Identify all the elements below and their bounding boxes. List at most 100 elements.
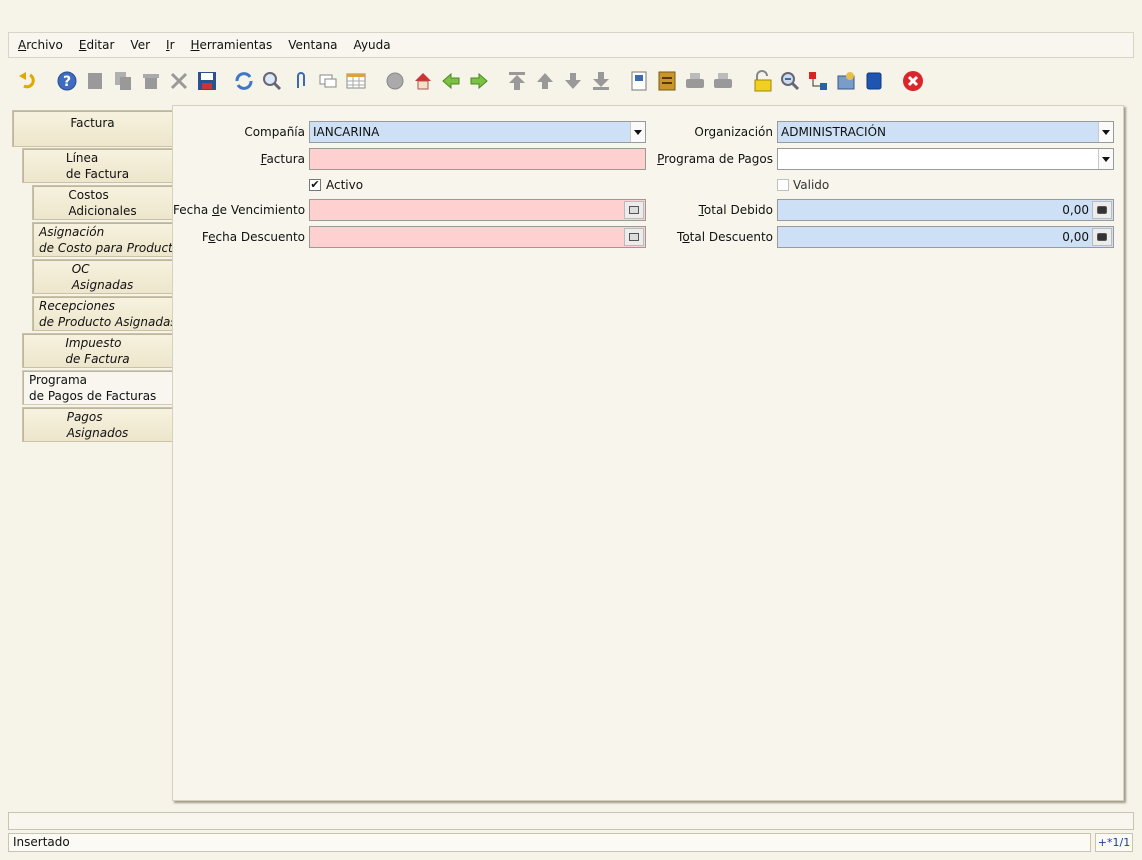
forward-icon[interactable] <box>466 68 492 94</box>
menu-ir[interactable]: Ir <box>166 38 174 52</box>
fecha-descuento-calendar-icon[interactable] <box>624 228 644 246</box>
last-record-icon[interactable] <box>588 68 614 94</box>
home-icon[interactable] <box>410 68 436 94</box>
total-descuento-label-post: tal Descuento <box>689 230 773 244</box>
vencimiento-label-pre: Fecha <box>173 203 212 217</box>
tab-label: Recepciones de Producto Asignadas <box>39 298 177 329</box>
total-debido-field[interactable]: 0,00 <box>777 199 1114 221</box>
tab-strip: Factura Línea de Factura Costos Adicionale… <box>0 110 180 810</box>
help-icon[interactable]: ? <box>54 68 80 94</box>
total-debido-label-post: otal Debido <box>703 203 773 217</box>
first-record-icon[interactable] <box>504 68 530 94</box>
print-preview-icon[interactable] <box>682 68 708 94</box>
valido-label: Valido <box>793 178 830 192</box>
tab-línea[interactable]: Línea de Factura <box>22 148 172 183</box>
vencimiento-label-post: e Vencimiento <box>219 203 306 217</box>
compania-select[interactable]: IANCARINA <box>309 121 646 143</box>
fecha-descuento-label: Fecha Descuento <box>173 227 305 247</box>
form-panel: Compañía IANCARINA Factura ✔ Activo Fech… <box>172 105 1124 801</box>
zoom-across-icon[interactable] <box>777 68 803 94</box>
chat-icon[interactable] <box>315 68 341 94</box>
tab-pagos[interactable]: Pagos Asignados <box>22 407 172 442</box>
report-icon[interactable] <box>626 68 652 94</box>
compania-value: IANCARINA <box>313 125 380 139</box>
status-divider <box>8 812 1134 830</box>
programa-pagos-dropdown-icon[interactable] <box>1098 149 1113 169</box>
refresh-icon[interactable] <box>231 68 257 94</box>
tab-label: Programa de Pagos de Facturas <box>29 372 157 403</box>
menu-bar: Archivo Editar Ver Ir Herramientas Ventana Ayu… <box>8 32 1134 58</box>
organizacion-dropdown-icon[interactable] <box>1098 122 1113 142</box>
valido-checkbox <box>777 179 789 191</box>
tab-asignación[interactable]: Asignación de Costo para Producto <box>32 222 180 257</box>
copy-record-icon[interactable] <box>110 68 136 94</box>
activo-checkbox[interactable]: ✔ <box>309 179 321 191</box>
menu-ver[interactable]: Ver <box>130 38 150 52</box>
history-icon[interactable] <box>382 68 408 94</box>
next-record-icon[interactable] <box>560 68 586 94</box>
fecha-vencimiento-calendar-icon[interactable] <box>624 201 644 219</box>
fecha-vencimiento-field[interactable] <box>309 199 646 221</box>
activo-label: Activo <box>326 178 364 192</box>
svg-text:?: ? <box>63 74 71 90</box>
fecha-descuento-field[interactable] <box>309 226 646 248</box>
archived-documents-icon[interactable] <box>654 68 680 94</box>
tab-impuesto[interactable]: Impuesto de Factura <box>22 333 172 368</box>
delete-selection-icon[interactable] <box>166 68 192 94</box>
factura-label-post: actura <box>266 152 305 166</box>
tab-label: Costos Adicionales <box>68 187 137 218</box>
descuento-label-post: cha Descuento <box>215 230 305 244</box>
menu-ventana[interactable]: Ventana <box>288 38 337 52</box>
menu-archivo[interactable]: Archivo <box>18 38 63 52</box>
save-icon[interactable] <box>194 68 220 94</box>
attachment-icon[interactable] <box>287 68 313 94</box>
print-icon[interactable] <box>710 68 736 94</box>
delete-record-icon[interactable] <box>138 68 164 94</box>
programa-pagos-select[interactable] <box>777 148 1114 170</box>
total-descuento-label: Total Descuento <box>653 227 773 247</box>
lock-icon[interactable] <box>749 68 775 94</box>
programa-label-post: rograma de Pagos <box>664 152 773 166</box>
total-descuento-label-mnemonic: o <box>682 230 690 244</box>
tab-label: Línea de Factura <box>65 150 130 181</box>
tab-costos[interactable]: Costos Adicionales <box>32 185 172 220</box>
find-icon[interactable] <box>259 68 285 94</box>
total-debido-label: Total Debido <box>653 200 773 220</box>
status-message: Insertado <box>8 833 1091 852</box>
workflow-icon[interactable] <box>805 68 831 94</box>
factura-field[interactable] <box>309 148 646 170</box>
menu-editar[interactable]: Editar <box>79 38 115 52</box>
tab-programa[interactable]: Programa de Pagos de Facturas <box>22 370 175 405</box>
tab-label: Factura <box>70 116 115 130</box>
undo-icon[interactable] <box>14 68 40 94</box>
new-record-icon[interactable] <box>82 68 108 94</box>
previous-record-icon[interactable] <box>532 68 558 94</box>
organizacion-label: Organización <box>694 125 773 139</box>
organizacion-value: ADMINISTRACIÓN <box>781 125 886 139</box>
tab-oc[interactable]: OC Asignadas <box>32 259 172 294</box>
total-descuento-value: 0,00 <box>1062 230 1089 244</box>
total-descuento-field[interactable]: 0,00 <box>777 226 1114 248</box>
tab-label: Pagos Asignados <box>66 409 129 440</box>
compania-dropdown-icon[interactable] <box>630 122 645 142</box>
vencimiento-label-mnemonic: d <box>212 203 220 217</box>
back-icon[interactable] <box>438 68 464 94</box>
menu-ayuda[interactable]: Ayuda <box>354 38 391 52</box>
total-descuento-calculator-icon[interactable] <box>1092 228 1112 246</box>
tab-recepciones[interactable]: Recepciones de Producto Asignadas <box>32 296 177 331</box>
organizacion-select[interactable]: ADMINISTRACIÓN <box>777 121 1114 143</box>
product-info-icon[interactable] <box>861 68 887 94</box>
total-debido-value: 0,00 <box>1062 203 1089 217</box>
menu-herramientas[interactable]: Herramientas <box>191 38 273 52</box>
grid-toggle-icon[interactable] <box>343 68 369 94</box>
tab-factura[interactable]: Factura <box>12 110 172 147</box>
tab-label: Impuesto de Factura <box>65 335 130 366</box>
tab-label: Asignación de Costo para Producto <box>39 224 181 255</box>
close-window-icon[interactable] <box>900 68 926 94</box>
total-debido-calculator-icon[interactable] <box>1092 201 1112 219</box>
requests-icon[interactable] <box>833 68 859 94</box>
programa-pagos-label: Programa de Pagos <box>653 149 773 169</box>
record-info[interactable]: +*1/1 <box>1095 833 1133 852</box>
toolbar: ? <box>14 66 1134 96</box>
activo-check-mark-icon: ✔ <box>310 178 320 191</box>
